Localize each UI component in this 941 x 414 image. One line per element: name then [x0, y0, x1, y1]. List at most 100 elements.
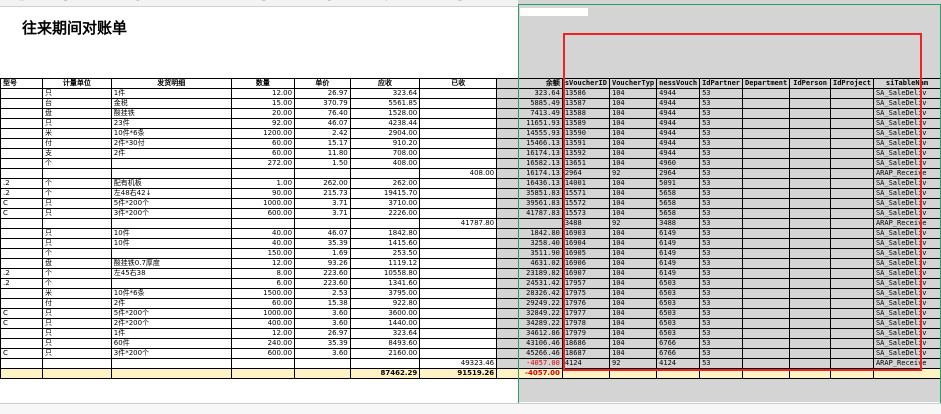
- table-cell[interactable]: [830, 208, 874, 219]
- table-cell[interactable]: 4944: [656, 118, 701, 129]
- table-cell[interactable]: C: [0, 308, 43, 319]
- table-cell[interactable]: [789, 198, 831, 209]
- table-cell[interactable]: SA_SaleDeliv: [872, 98, 941, 109]
- table-cell[interactable]: 92: [608, 218, 658, 229]
- table-cell[interactable]: [789, 268, 831, 279]
- table-cell[interactable]: 370.79: [294, 98, 351, 109]
- table-cell[interactable]: 个: [41, 188, 112, 199]
- table-cell[interactable]: [419, 198, 498, 209]
- table-cell[interactable]: 个: [41, 278, 112, 289]
- table-cell[interactable]: 只: [41, 198, 112, 209]
- table-cell[interactable]: 53: [699, 288, 744, 299]
- table-cell[interactable]: [419, 208, 498, 219]
- table-cell[interactable]: [789, 358, 831, 369]
- table-cell[interactable]: 104: [608, 118, 658, 129]
- table-cell[interactable]: 13588: [561, 108, 611, 119]
- table-cell[interactable]: SA_SaleDeliv: [872, 128, 941, 139]
- table-cell[interactable]: 53: [699, 228, 744, 239]
- table-cell[interactable]: 32849.22: [496, 308, 563, 319]
- total-cell[interactable]: [561, 368, 611, 379]
- table-cell[interactable]: [742, 218, 791, 229]
- table-cell[interactable]: 15.00: [230, 98, 296, 109]
- table-cell[interactable]: [419, 138, 498, 149]
- table-cell[interactable]: 左48右42↓: [110, 188, 232, 199]
- column-letter[interactable]: F: [386, 0, 389, 3]
- table-cell[interactable]: [419, 298, 498, 309]
- table-cell[interactable]: 6.00: [230, 278, 296, 289]
- table-cell[interactable]: [830, 158, 874, 169]
- total-cell[interactable]: [789, 368, 831, 379]
- table-cell[interactable]: 53: [699, 298, 744, 309]
- table-cell[interactable]: [110, 218, 232, 229]
- table-cell[interactable]: 10件: [110, 228, 232, 239]
- table-cell[interactable]: 只: [41, 208, 112, 219]
- table-cell[interactable]: 17977: [561, 308, 611, 319]
- table-cell[interactable]: [789, 278, 831, 289]
- table-cell[interactable]: [419, 118, 498, 129]
- table-cell[interactable]: 只: [41, 308, 112, 319]
- table-cell[interactable]: 只: [41, 238, 112, 249]
- total-cell[interactable]: [294, 368, 351, 379]
- table-cell[interactable]: 240.00: [230, 338, 296, 349]
- table-cell[interactable]: 2.53: [294, 288, 351, 299]
- table-cell[interactable]: 35.39: [294, 238, 351, 249]
- table-cell[interactable]: [419, 108, 498, 119]
- table-cell[interactable]: [419, 178, 498, 189]
- table-cell[interactable]: [0, 328, 43, 339]
- total-cell[interactable]: [0, 368, 43, 379]
- table-cell[interactable]: 35851.83: [496, 188, 563, 199]
- table-cell[interactable]: 1440.00: [349, 318, 421, 329]
- table-cell[interactable]: 104: [608, 88, 658, 99]
- table-cell[interactable]: 104: [608, 138, 658, 149]
- table-cell[interactable]: 付: [41, 298, 112, 309]
- table-cell[interactable]: 53: [699, 218, 744, 229]
- table-cell[interactable]: SA_SaleDeliv: [872, 158, 941, 169]
- table-cell[interactable]: 23189.82: [496, 268, 563, 279]
- table-cell[interactable]: 13587: [561, 98, 611, 109]
- table-cell[interactable]: [742, 268, 791, 279]
- table-cell[interactable]: 40.00: [230, 228, 296, 239]
- table-cell[interactable]: 个: [41, 268, 112, 279]
- table-cell[interactable]: 90.00: [230, 188, 296, 199]
- table-cell[interactable]: [419, 88, 498, 99]
- table-cell[interactable]: C: [0, 208, 43, 219]
- table-cell[interactable]: ARAP_Receive: [872, 358, 941, 369]
- header-project-id[interactable]: IdProject: [830, 78, 874, 89]
- table-cell[interactable]: 16904: [561, 238, 611, 249]
- table-cell[interactable]: [0, 98, 43, 109]
- table-cell[interactable]: 17976: [561, 298, 611, 309]
- table-cell[interactable]: 个: [41, 178, 112, 189]
- table-cell[interactable]: [0, 358, 43, 369]
- table-cell[interactable]: 53: [699, 188, 744, 199]
- table-cell[interactable]: SA_SaleDeliv: [872, 228, 941, 239]
- table-cell[interactable]: [742, 148, 791, 159]
- table-cell[interactable]: [419, 268, 498, 279]
- table-cell[interactable]: [742, 188, 791, 199]
- table-cell[interactable]: 3件*200个: [110, 348, 232, 359]
- table-cell[interactable]: 60件: [110, 338, 232, 349]
- table-cell[interactable]: 3258.40: [496, 238, 563, 249]
- table-cell[interactable]: SA_SaleDeliv: [872, 238, 941, 249]
- table-cell[interactable]: 1件: [110, 328, 232, 339]
- table-cell[interactable]: 53: [699, 128, 744, 139]
- table-cell[interactable]: [110, 168, 232, 179]
- table-cell[interactable]: 16906: [561, 258, 611, 269]
- table-cell[interactable]: [830, 248, 874, 259]
- table-cell[interactable]: [419, 318, 498, 329]
- table-cell[interactable]: SA_SaleDeliv: [872, 328, 941, 339]
- table-cell[interactable]: 104: [608, 148, 658, 159]
- table-cell[interactable]: 6766: [656, 348, 701, 359]
- table-cell[interactable]: SA_SaleDeliv: [872, 308, 941, 319]
- table-cell[interactable]: 1119.12: [349, 258, 421, 269]
- table-cell[interactable]: 262.00: [349, 178, 421, 189]
- header-unit[interactable]: 计量单位: [41, 78, 112, 89]
- table-cell[interactable]: SA_SaleDeliv: [872, 208, 941, 219]
- table-cell[interactable]: 2226.00: [349, 208, 421, 219]
- table-cell[interactable]: 600.00: [230, 208, 296, 219]
- table-cell[interactable]: [830, 118, 874, 129]
- table-cell[interactable]: 2.42: [294, 128, 351, 139]
- table-cell[interactable]: 922.80: [349, 298, 421, 309]
- table-cell[interactable]: 53: [699, 178, 744, 189]
- table-cell[interactable]: [742, 258, 791, 269]
- table-cell[interactable]: 6503: [656, 308, 701, 319]
